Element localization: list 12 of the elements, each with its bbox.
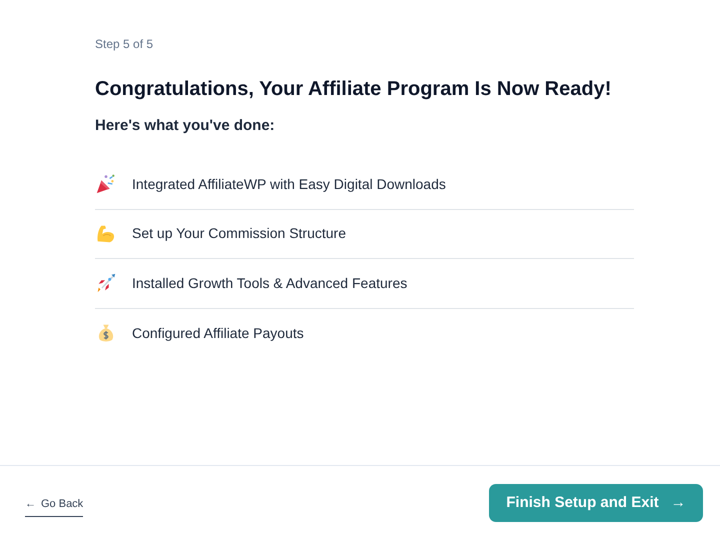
party-popper-icon xyxy=(95,173,117,196)
completed-step: Installed Growth Tools & Advanced Features xyxy=(132,272,408,294)
arrow-right-icon: → xyxy=(670,492,686,514)
completed-step: Integrated AffiliateWP with Easy Digital Downloads xyxy=(132,174,446,195)
subtitle: Here's what you've done: xyxy=(95,116,276,136)
arrow-left-icon: ← xyxy=(25,496,36,512)
page-title: Congratulations, Your Affiliate Program Is Now Ready! xyxy=(95,77,612,102)
step-indicator: Step 5 of 5 xyxy=(95,36,154,52)
rocket-icon xyxy=(95,272,117,294)
completed-step: Set up Your Commission Structure xyxy=(132,223,346,244)
completed-step: Configured Affiliate Payouts xyxy=(132,322,304,344)
go-back-link[interactable]: ← Go Back xyxy=(25,496,84,518)
